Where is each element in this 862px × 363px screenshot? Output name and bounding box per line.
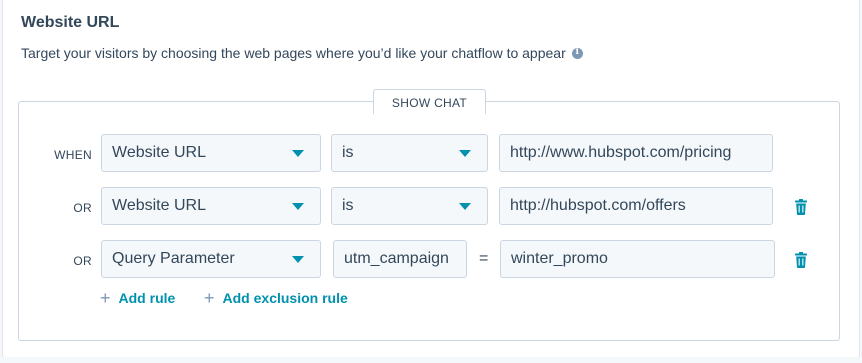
trash-icon[interactable] [795, 252, 807, 268]
query-parameter-input[interactable]: utm_campaign [333, 240, 467, 278]
property-value: Website URL [112, 144, 206, 161]
description-text: Target your visitors by choosing the web… [21, 45, 566, 61]
property-value: Query Parameter [112, 250, 235, 267]
caret-down-icon [459, 203, 471, 210]
add-rule-label: Add rule [118, 290, 176, 306]
rule-conjunction: WHEN [54, 148, 92, 162]
property-dropdown[interactable]: Query Parameter [101, 240, 321, 278]
show-chat-tab: SHOW CHAT [373, 89, 486, 114]
url-value-input[interactable]: http://www.hubspot.com/pricing [499, 134, 773, 172]
caret-down-icon [292, 256, 304, 263]
operator-value: is [342, 197, 354, 214]
plus-icon: + [204, 288, 215, 308]
page-background-edge [0, 357, 862, 363]
section-description: Target your visitors by choosing the web… [21, 45, 583, 61]
info-icon[interactable] [571, 47, 583, 59]
caret-down-icon [459, 150, 471, 157]
add-exclusion-rule-button[interactable]: + Add exclusion rule [204, 288, 348, 308]
add-rule-button[interactable]: + Add rule [100, 288, 176, 308]
property-dropdown[interactable]: Website URL [101, 134, 321, 172]
property-dropdown[interactable]: Website URL [101, 187, 321, 225]
rule-conjunction: OR [73, 201, 92, 215]
operator-dropdown[interactable]: is [331, 187, 488, 225]
rule-conjunction: OR [73, 254, 92, 268]
section-title: Website URL [21, 14, 120, 31]
plus-icon: + [100, 288, 111, 308]
operator-value: is [342, 144, 354, 161]
trash-icon[interactable] [795, 199, 807, 215]
add-exclusion-rule-label: Add exclusion rule [222, 290, 348, 306]
caret-down-icon [292, 203, 304, 210]
parameter-value-input[interactable]: winter_promo [500, 240, 775, 278]
caret-down-icon [292, 150, 304, 157]
operator-dropdown[interactable]: is [331, 134, 488, 172]
property-value: Website URL [112, 197, 206, 214]
url-value-input[interactable]: http://hubspot.com/offers [499, 187, 773, 225]
equals-operator: = [479, 250, 489, 267]
